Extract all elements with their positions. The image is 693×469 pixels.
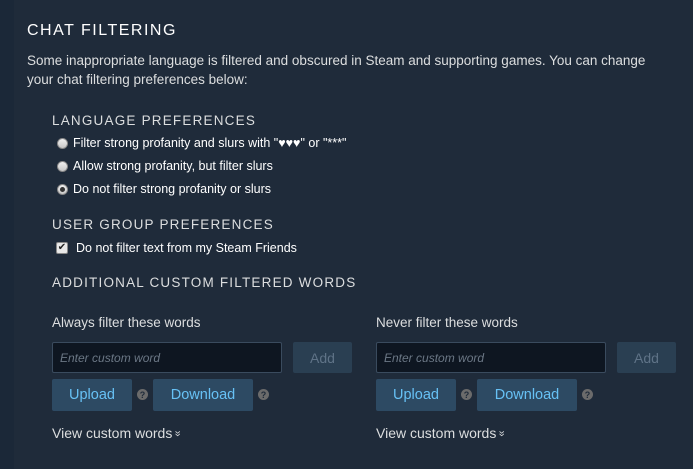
radio-label: Filter strong profanity and slurs with "… <box>73 136 347 150</box>
page-title: CHAT FILTERING <box>27 22 177 39</box>
radio-allow-strong[interactable]: Allow strong profanity, but filter slurs <box>57 158 273 174</box>
never-upload-button[interactable]: Upload <box>376 379 456 411</box>
friends-filter-checkbox-row[interactable]: ✔ Do not filter text from my Steam Frien… <box>56 240 297 256</box>
download-help-icon[interactable]: ? <box>258 389 269 400</box>
language-preferences-heading: LANGUAGE PREFERENCES <box>52 113 257 128</box>
always-download-button[interactable]: Download <box>153 379 253 411</box>
custom-words-heading: ADDITIONAL CUSTOM FILTERED WORDS <box>52 275 357 290</box>
checkbox-label: Do not filter text from my Steam Friends <box>76 241 297 255</box>
upload-help-icon[interactable]: ? <box>137 389 148 400</box>
checkbox-checked-icon[interactable]: ✔ <box>56 242 68 254</box>
radio-label: Do not filter strong profanity or slurs <box>73 182 271 196</box>
download-help-icon[interactable]: ? <box>582 389 593 400</box>
radio-button-selected-icon[interactable] <box>57 183 68 195</box>
always-filter-input[interactable] <box>52 342 282 373</box>
intro-text: Some inappropriate language is filtered … <box>27 53 646 87</box>
always-upload-button[interactable]: Upload <box>52 379 132 411</box>
always-filter-label: Always filter these words <box>52 315 201 330</box>
user-group-preferences-heading: USER GROUP PREFERENCES <box>52 217 274 232</box>
never-view-custom-words-link[interactable]: View custom words » <box>376 425 508 441</box>
never-filter-input[interactable] <box>376 342 606 373</box>
radio-button-icon[interactable] <box>57 160 68 172</box>
never-add-button[interactable]: Add <box>617 342 676 373</box>
radio-filter-strong[interactable]: Filter strong profanity and slurs with "… <box>57 135 346 151</box>
always-add-button[interactable]: Add <box>293 342 352 373</box>
always-view-custom-words-link[interactable]: View custom words » <box>52 425 184 441</box>
never-download-button[interactable]: Download <box>477 379 577 411</box>
upload-help-icon[interactable]: ? <box>461 389 472 400</box>
view-custom-words-label: View custom words <box>52 425 173 441</box>
never-filter-label: Never filter these words <box>376 315 518 330</box>
radio-do-not-filter[interactable]: Do not filter strong profanity or slurs <box>57 181 271 197</box>
radio-label: Allow strong profanity, but filter slurs <box>73 159 273 173</box>
radio-button-icon[interactable] <box>57 137 68 149</box>
chevron-down-icon: » <box>171 430 184 436</box>
chevron-down-icon: » <box>495 430 508 436</box>
view-custom-words-label: View custom words <box>376 425 497 441</box>
